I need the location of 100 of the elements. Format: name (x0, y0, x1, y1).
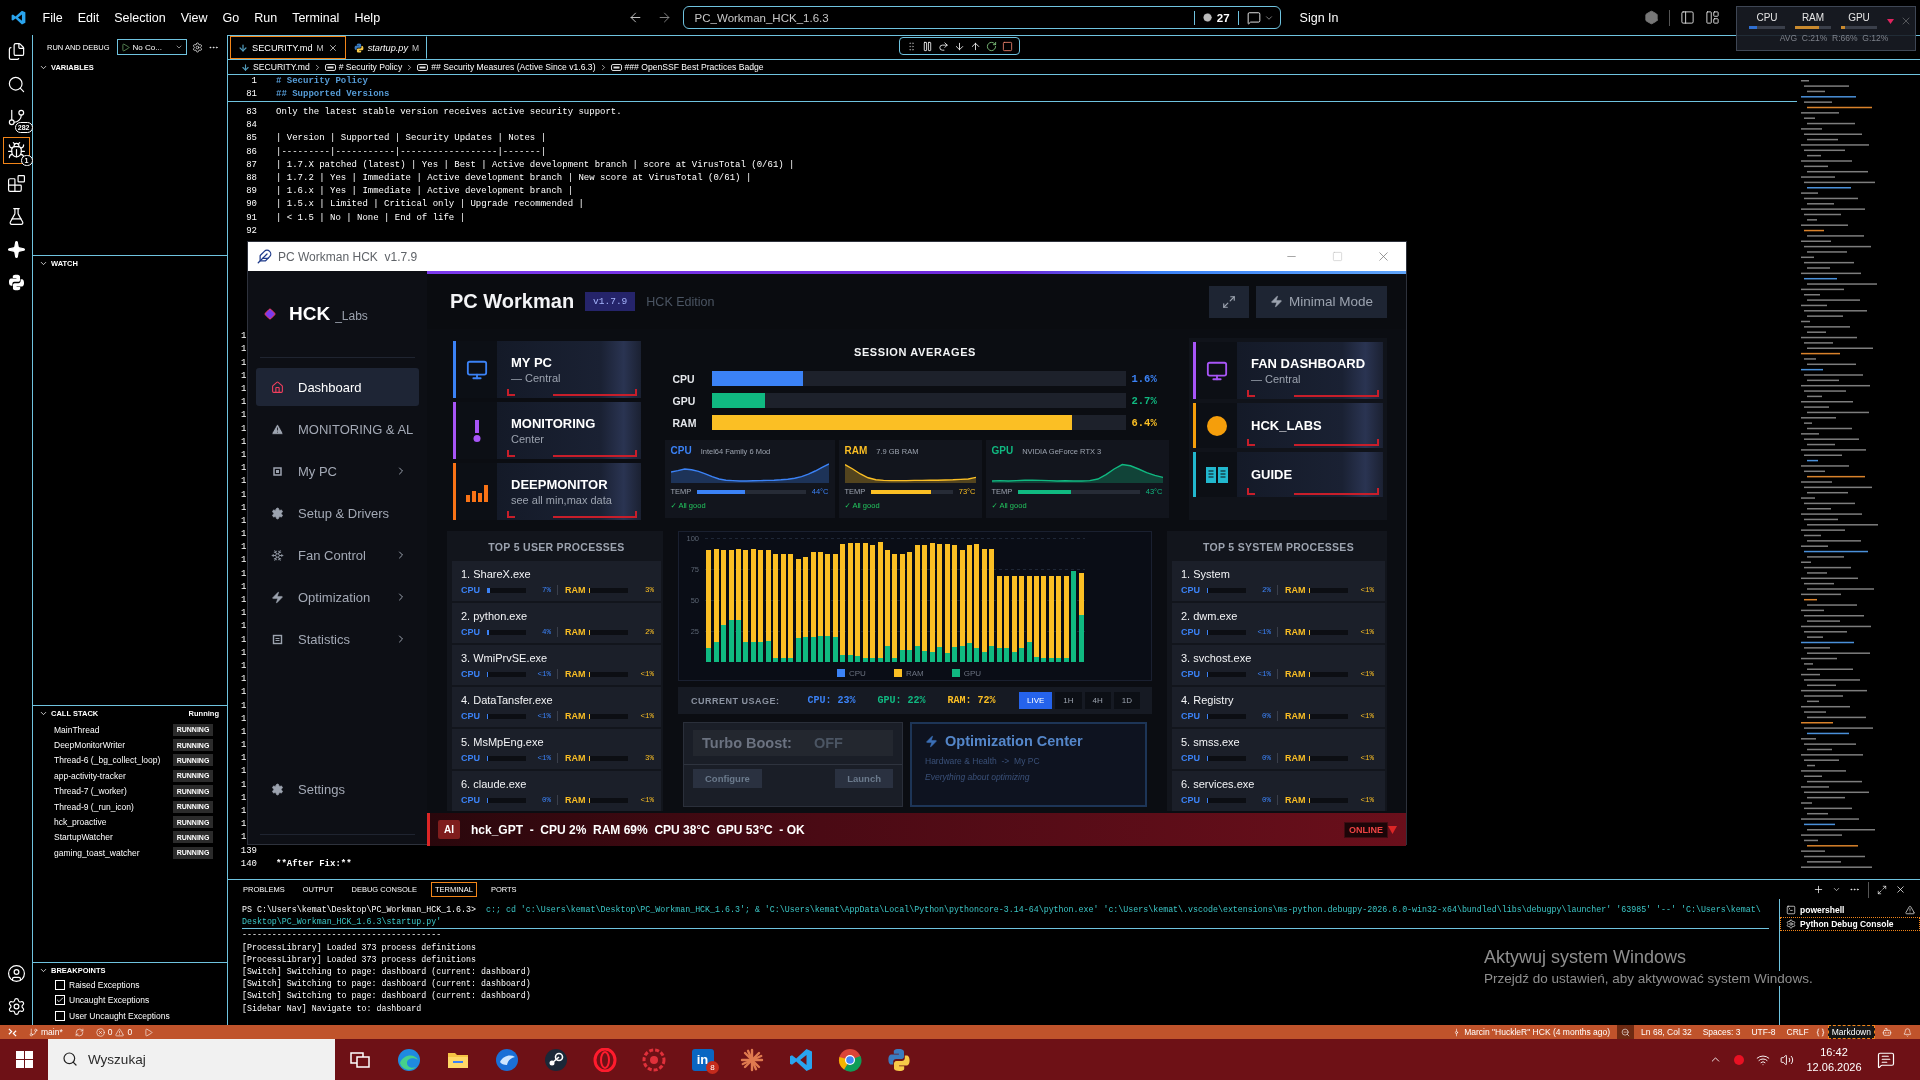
menu-item[interactable]: Go (215, 6, 247, 29)
nav-item[interactable]: Fan Control (256, 536, 419, 574)
clock-date[interactable]: 12.06.2026 (1806, 1061, 1862, 1073)
menu-item[interactable]: Help (346, 6, 388, 29)
nav-item[interactable]: Statistics (256, 620, 419, 658)
editor-tab[interactable]: SECURITY.md M (230, 36, 346, 59)
sidebar-toggle-icon[interactable] (1680, 10, 1695, 25)
thread-name[interactable]: Thread-9 (_run_icon) (54, 801, 134, 812)
blame-button[interactable]: Marcin "HuckleR" HCK (4 months ago) (1448, 1025, 1615, 1039)
thread-name[interactable]: DeepMonitorWriter (54, 740, 126, 751)
thread-name[interactable]: Thread-6 (_bg_collect_loop) (54, 755, 161, 766)
gear-icon (271, 782, 284, 796)
checkbox[interactable] (55, 979, 65, 990)
range-button[interactable]: 4H (1084, 692, 1111, 709)
thread-name[interactable]: hck_proactive (54, 817, 107, 828)
close-icon[interactable] (1895, 884, 1906, 895)
terminal-session[interactable]: Python Debug Console (1780, 917, 1920, 931)
status-text[interactable]: Spaces: 3 (1698, 1025, 1745, 1039)
volume-icon[interactable] (1780, 1052, 1794, 1067)
status-text[interactable]: CRLF (1782, 1025, 1813, 1039)
zoom-button[interactable] (1617, 1025, 1635, 1039)
caret-down-icon[interactable] (1388, 825, 1397, 834)
language-button[interactable]: Markdown (1827, 1025, 1875, 1039)
nav-item[interactable]: My PC (256, 452, 419, 490)
arrow-left-icon[interactable] (627, 10, 643, 25)
status-text[interactable]: UTF-8 (1747, 1025, 1780, 1039)
curved-arrow-icon[interactable] (938, 40, 949, 52)
metric-label: RAM (565, 753, 586, 763)
nav-card[interactable]: HCK_LABS (1193, 403, 1383, 448)
plus-icon[interactable] (1813, 884, 1824, 895)
terminal-session[interactable]: powershell (1780, 903, 1920, 917)
checkbox[interactable] (55, 995, 65, 1006)
thread-name[interactable]: gaming_toast_watcher (54, 847, 140, 858)
checkbox[interactable] (55, 1010, 65, 1021)
online-badge: ONLINE (1344, 821, 1388, 838)
chevron-down-icon[interactable] (1832, 885, 1841, 894)
settings-icon[interactable] (191, 41, 203, 53)
arrow-right-icon[interactable] (656, 10, 672, 25)
arrow-down-icon[interactable] (954, 40, 965, 52)
minimal-mode-button[interactable]: Minimal Mode (1255, 285, 1387, 318)
metric-label: CPU (461, 795, 480, 805)
menu-item[interactable]: View (173, 6, 215, 29)
process-name: 5. smss.exe (1181, 735, 1240, 749)
nav-item[interactable]: Dashboard (256, 368, 419, 406)
breadcrumb-item[interactable]: ## Security Measures (Active Since v1.6.3) (431, 62, 596, 72)
nav-item[interactable]: Settings (256, 770, 419, 808)
problems-button[interactable]: 0 0 (91, 1025, 137, 1039)
launch-config-select[interactable]: No Co... (116, 39, 187, 55)
nav-card[interactable]: FAN DASHBOARD — Central (1193, 342, 1383, 399)
thread-name[interactable]: app-activity-tracker (54, 770, 126, 781)
nav-card[interactable]: DEEPMONITOR see all min,max data (453, 463, 641, 520)
status-text[interactable]: Ln 68, Col 32 (1637, 1025, 1696, 1039)
thread-name[interactable]: Thread-7 (_worker) (54, 786, 127, 797)
restart-icon[interactable] (986, 40, 997, 52)
branch-button[interactable]: main* (25, 1025, 67, 1039)
command-center[interactable]: PC_Workman_HCK_1.6.3 27 (682, 6, 1281, 29)
hexagon-icon[interactable] (1644, 10, 1659, 25)
arrow-up-icon[interactable] (970, 40, 981, 52)
thread-name[interactable]: MainThread (54, 724, 100, 735)
clock-time[interactable]: 16:42 (1820, 1046, 1848, 1058)
editor-tab[interactable]: startup.py M (345, 36, 428, 59)
range-button[interactable]: LIVE (1018, 692, 1053, 709)
menu-item[interactable]: Selection (106, 6, 174, 29)
range-button[interactable]: 1D (1113, 692, 1140, 709)
menu-item[interactable]: Terminal (284, 6, 347, 29)
thread-name[interactable]: StartupWatcher (54, 832, 113, 843)
line-number: 1 (241, 435, 247, 449)
nav-item[interactable]: MONITORING & AL (256, 410, 419, 448)
chevron-down-icon (174, 43, 183, 51)
line-number: 1 (241, 646, 247, 660)
nav-card[interactable]: MY PC — Central (453, 341, 641, 398)
breadcrumb-item[interactable]: # Security Policy (338, 62, 403, 72)
layout-icon[interactable] (1705, 10, 1720, 25)
expand-button[interactable] (1208, 285, 1249, 318)
nav-item[interactable]: Setup & Drivers (256, 494, 419, 532)
close-icon[interactable] (327, 42, 338, 53)
sign-in-button[interactable]: Sign In (1299, 10, 1339, 25)
menu-item[interactable]: Edit (70, 6, 107, 29)
menu-item[interactable]: Run (246, 6, 285, 29)
chat-button[interactable] (1246, 10, 1274, 25)
wifi-icon[interactable] (1756, 1052, 1770, 1067)
maximize-icon[interactable] (1877, 884, 1887, 895)
message-icon[interactable] (1877, 1050, 1895, 1069)
window-title: PC Workman HCK v1.7.9 (278, 249, 418, 264)
nav-card[interactable]: MONITORING Center (453, 402, 641, 459)
caret-down-icon[interactable] (1887, 18, 1894, 24)
search-field[interactable]: Wyszukaj (48, 1039, 335, 1080)
breadcrumb-item[interactable]: SECURITY.md (253, 62, 310, 72)
play-icon (144, 1027, 154, 1037)
optimization-card[interactable]: Optimization Center Hardware & Health -> My PC Everything about optimizing (910, 722, 1147, 807)
pause-icon[interactable] (922, 40, 933, 52)
nav-card[interactable]: GUIDE (1193, 452, 1383, 497)
breadcrumb-item[interactable]: ### OpenSSF Best Practices Badge (624, 62, 764, 72)
range-button[interactable]: 1H (1055, 692, 1082, 709)
bar-value: 6.4% (1131, 416, 1158, 429)
nav-item[interactable]: Optimization (256, 578, 419, 616)
record-icon[interactable] (1734, 1054, 1744, 1065)
grip-icon[interactable] (906, 40, 917, 52)
stop-icon[interactable] (1002, 40, 1013, 52)
menu-item[interactable]: File (35, 6, 71, 29)
